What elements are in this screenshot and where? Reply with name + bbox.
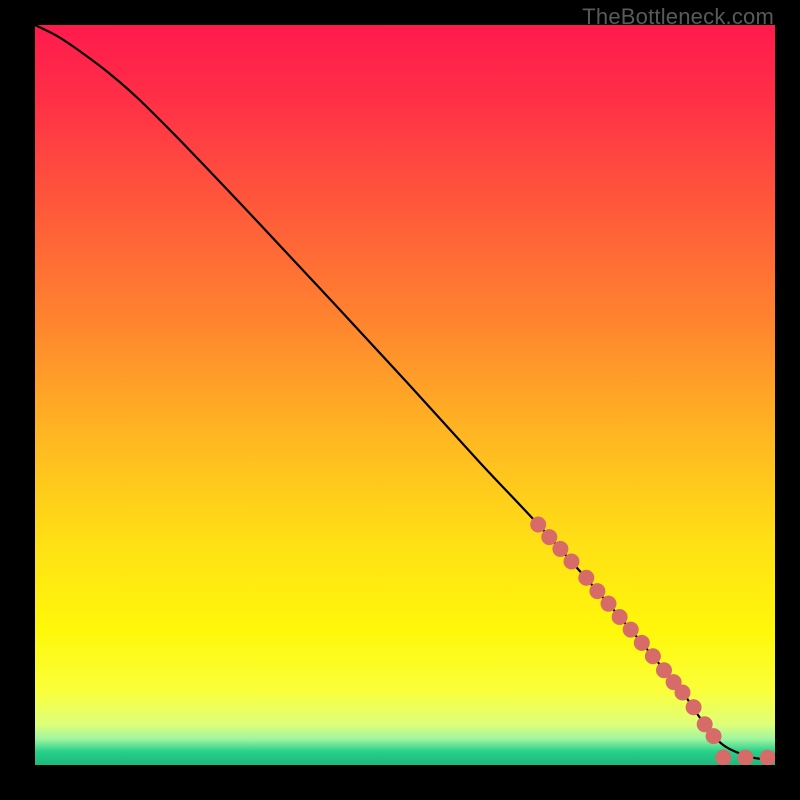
marker-dot <box>564 554 580 570</box>
marker-dot <box>578 570 594 586</box>
marker-dot <box>675 684 691 700</box>
gradient-background <box>35 25 775 765</box>
marker-dot <box>645 648 661 664</box>
chart-frame: TheBottleneck.com <box>0 0 800 800</box>
marker-dot <box>589 583 605 599</box>
marker-dot <box>737 750 753 765</box>
chart-svg <box>35 25 775 765</box>
marker-dot <box>530 517 546 533</box>
marker-dot <box>634 635 650 651</box>
marker-dot <box>601 596 617 612</box>
plot-area <box>35 25 775 765</box>
marker-dot <box>686 699 702 715</box>
marker-dot <box>541 529 557 545</box>
marker-dot <box>706 728 722 744</box>
marker-dot <box>552 541 568 557</box>
marker-dot <box>623 622 639 638</box>
marker-dot <box>715 750 731 765</box>
marker-dot <box>612 609 628 625</box>
watermark-text: TheBottleneck.com <box>582 4 774 30</box>
